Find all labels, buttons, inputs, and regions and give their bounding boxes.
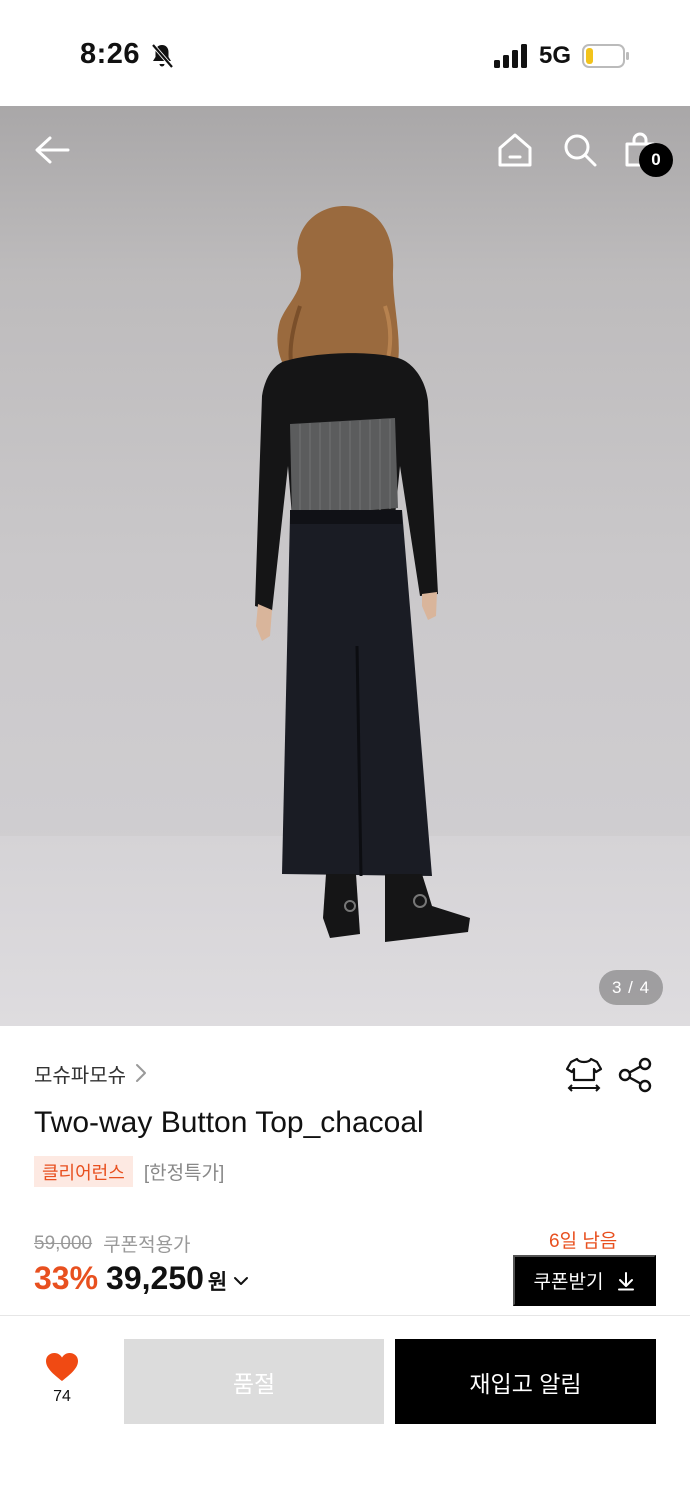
discount-rate: 33% — [34, 1260, 99, 1296]
get-coupon-button[interactable]: 쿠폰받기 — [513, 1255, 656, 1306]
back-arrow-icon — [35, 136, 70, 164]
original-price-row: 59,000 쿠폰적용가 — [34, 1230, 191, 1257]
chevron-right-icon — [136, 1064, 146, 1082]
home-button[interactable] — [491, 126, 539, 174]
final-price: 39,250 — [106, 1260, 204, 1296]
soldout-button: 품절 — [124, 1339, 384, 1424]
size-guide-icon[interactable] — [564, 1055, 604, 1095]
product-photo — [255, 206, 470, 942]
signal-icon — [494, 44, 527, 68]
original-price: 59,000 — [34, 1232, 93, 1254]
network-label: 5G — [539, 42, 572, 69]
share-icon[interactable] — [616, 1056, 654, 1094]
like-button[interactable]: 74 — [34, 1352, 90, 1412]
brand-name: 모슈파모슈 — [34, 1064, 126, 1087]
limited-sale-tag: [한정특가] — [143, 1163, 225, 1184]
coupon-price-label: 쿠폰적용가 — [103, 1235, 191, 1256]
back-button[interactable] — [28, 126, 76, 174]
battery-icon — [582, 44, 629, 68]
restock-alert-button[interactable]: 재입고 알림 — [395, 1339, 656, 1424]
clearance-tag: 클리어런스 — [34, 1156, 133, 1187]
bell-slash-icon — [151, 43, 174, 69]
price-row[interactable]: 33% 39,250 원 — [34, 1260, 249, 1302]
status-bar: 8:26 5G — [0, 0, 690, 106]
image-counter: 3 / 4 — [599, 970, 663, 1005]
status-time: 8:26 — [80, 38, 141, 70]
get-coupon-label: 쿠폰받기 — [533, 1272, 604, 1293]
coupon-days-left: 6일 남음 — [549, 1231, 618, 1252]
home-icon — [498, 133, 532, 167]
search-icon — [564, 134, 597, 167]
product-tags: 클리어런스 [한정특가] — [34, 1156, 224, 1187]
like-count: 74 — [53, 1388, 71, 1405]
download-icon — [618, 1271, 635, 1290]
product-title: Two-way Button Top_chacoal — [34, 1106, 424, 1139]
brand-link[interactable]: 모슈파모슈 — [34, 1058, 148, 1088]
search-button[interactable] — [556, 126, 604, 174]
heart-icon — [46, 1353, 78, 1381]
chevron-down-icon[interactable] — [233, 1275, 249, 1287]
product-image-gallery[interactable]: 0 3 / 4 — [0, 106, 690, 1026]
section-divider — [0, 1315, 690, 1316]
currency-label: 원 — [207, 1271, 228, 1294]
cart-count-badge: 0 — [639, 143, 673, 177]
